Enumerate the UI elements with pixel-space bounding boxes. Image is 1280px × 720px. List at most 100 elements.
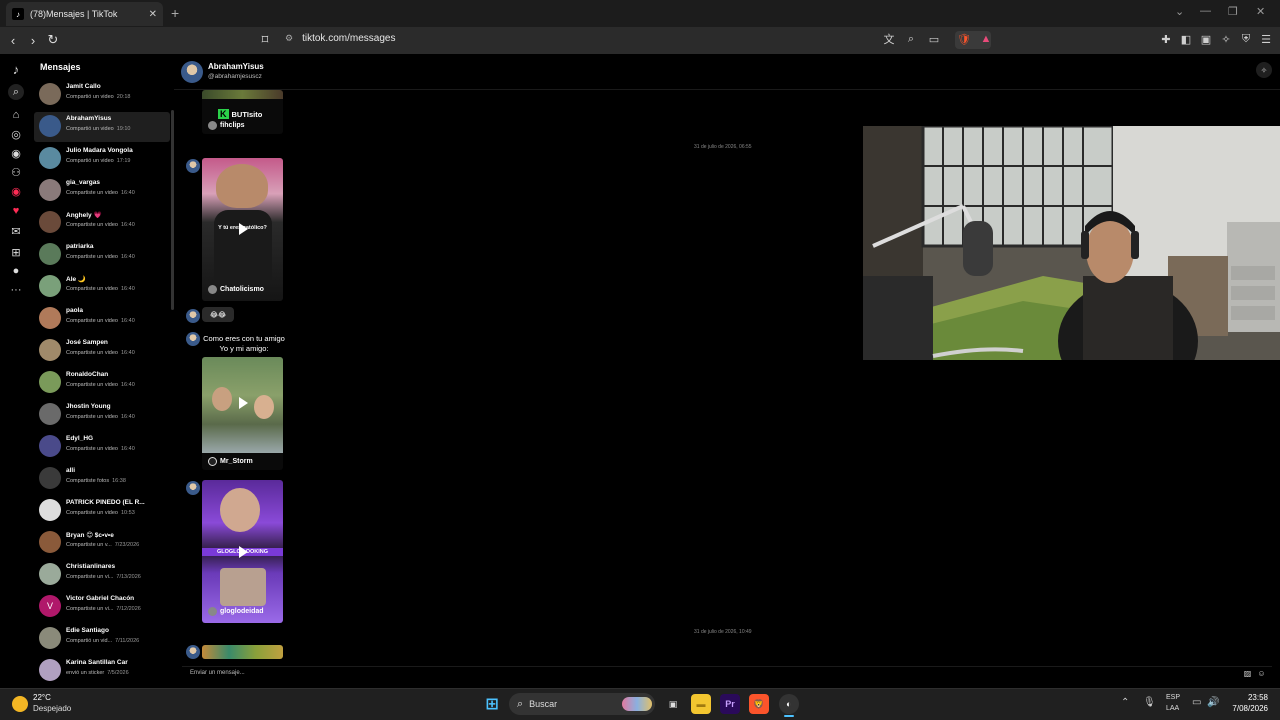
more-icon[interactable]: ··· bbox=[8, 282, 24, 298]
message-composer[interactable] bbox=[182, 666, 1272, 682]
extensions-icon[interactable]: ✚ bbox=[1159, 32, 1173, 46]
weather-description[interactable]: Despejado bbox=[33, 704, 71, 713]
shared-video-card[interactable]: Mr_Storm bbox=[202, 357, 283, 470]
tiktok-logo-icon[interactable]: ♪ bbox=[8, 61, 24, 77]
conversation-item[interactable]: Edyl_HG Compartiste un video 16:40 bbox=[34, 432, 170, 462]
taskbar-date[interactable]: 7/08/2026 bbox=[1222, 704, 1268, 713]
message-input[interactable]: Enviar un mensaje... bbox=[190, 670, 245, 676]
menu-icon[interactable]: ☰ bbox=[1259, 32, 1273, 46]
conversation-item[interactable]: Jhostin Young Compartiste un video 16:40 bbox=[34, 400, 170, 430]
volume-icon[interactable]: 🔊 bbox=[1207, 697, 1219, 708]
search-icon: ⌕ bbox=[517, 697, 524, 710]
minimize-icon[interactable]: — bbox=[1200, 5, 1211, 17]
conversation-item[interactable]: AbrahamYisus Compartió un video 19:10 bbox=[34, 112, 170, 142]
preview-time: 16:40 bbox=[120, 190, 135, 196]
conversation-item[interactable]: Jamit Callo Compartió un video 20:18 bbox=[34, 80, 170, 110]
network-icon[interactable]: ▭ bbox=[1192, 697, 1201, 708]
sidebar-icon[interactable]: ◧ bbox=[1179, 32, 1193, 46]
chat-name[interactable]: AbrahamYisus bbox=[208, 62, 264, 71]
cast-icon[interactable]: ▭ bbox=[927, 32, 941, 46]
play-icon[interactable] bbox=[239, 397, 248, 409]
forward-icon[interactable]: › bbox=[24, 31, 42, 49]
conversation-item[interactable]: Bryan 😊 $c•v•e Compartiste un v... 7/23/20… bbox=[34, 528, 170, 558]
conversation-item[interactable]: gia_vargas Compartiste un video 16:40 bbox=[34, 176, 170, 206]
upload-icon[interactable]: ⊞ bbox=[8, 244, 24, 260]
home-icon[interactable]: ⌂ bbox=[8, 107, 24, 123]
task-view-icon[interactable]: ▣ bbox=[663, 694, 683, 714]
input-language[interactable]: ESP bbox=[1166, 694, 1180, 701]
conversation-item[interactable]: patriarka Compartiste un video 16:40 bbox=[34, 240, 170, 270]
conversation-item[interactable]: Karina Santillan Car envió un sticker 7/5/… bbox=[34, 656, 170, 686]
shared-video-card[interactable]: Y tú eres católico? Chatolicismo bbox=[202, 158, 283, 301]
conversation-item[interactable]: V Victor Gabriel Chacón Compartiste un vi.… bbox=[34, 592, 170, 622]
microphone-icon[interactable]: 🎙 bbox=[1143, 697, 1156, 708]
emoji-picker-icon[interactable]: ☺ bbox=[1256, 668, 1267, 679]
conversation-item[interactable]: Julio Madara Vongola Compartió un video 17… bbox=[34, 144, 170, 174]
url-field[interactable]: ⚙ tiktok.com/messages bbox=[285, 33, 395, 44]
conversation-item[interactable]: José Sampen Compartiste un video 16:40 bbox=[34, 336, 170, 366]
messages-icon[interactable]: ✉ bbox=[8, 223, 24, 239]
chat-avatar[interactable] bbox=[181, 61, 203, 83]
tab-search-icon[interactable]: ⌄ bbox=[1175, 5, 1184, 18]
conversation-item[interactable]: Edie Santiago Compartió un vid... 7/11/202… bbox=[34, 624, 170, 654]
maximize-icon[interactable]: ❐ bbox=[1228, 5, 1238, 18]
obs-icon[interactable]: ◐ bbox=[779, 694, 799, 714]
conversation-item[interactable]: Anghely 💗 Compartiste un video 16:40 bbox=[34, 208, 170, 238]
wallet-icon[interactable]: ▣ bbox=[1199, 32, 1213, 46]
brave-shield-icon[interactable]: 🛡 bbox=[957, 32, 971, 46]
bookmark-icon[interactable]: ⌑ bbox=[256, 31, 274, 49]
conversation-preview: Compartió un video 20:18 bbox=[66, 94, 130, 100]
premiere-pro-icon[interactable]: Pr bbox=[720, 694, 740, 714]
conversation-item[interactable]: Christianlinares Compartiste un vi... 7/13… bbox=[34, 560, 170, 590]
sparkle-icon[interactable]: ✧ bbox=[1256, 62, 1272, 78]
conversation-item[interactable]: PATRICK PINEDO (EL R... Compartiste un vi… bbox=[34, 496, 170, 526]
preview-time: 16:40 bbox=[120, 254, 135, 260]
weather-temperature[interactable]: 22°C bbox=[33, 693, 51, 702]
brave-browser-icon[interactable]: 🦁 bbox=[749, 694, 769, 714]
search-icon[interactable]: ⌕ bbox=[8, 84, 24, 100]
new-tab-button[interactable]: + bbox=[171, 5, 179, 21]
taskbar-clock[interactable]: 23:58 bbox=[1226, 693, 1268, 702]
back-icon[interactable]: ‹ bbox=[4, 31, 22, 49]
tab-close-icon[interactable]: ✕ bbox=[149, 9, 157, 20]
activity-icon[interactable]: ♥ bbox=[8, 203, 24, 219]
site-info-icon[interactable]: ⚙ bbox=[285, 33, 293, 44]
vpn-icon[interactable]: ⛨ bbox=[1239, 32, 1253, 46]
profile-icon[interactable]: ● bbox=[8, 263, 24, 279]
translate-icon[interactable]: 文 bbox=[882, 32, 896, 46]
shared-video-card[interactable] bbox=[202, 645, 283, 659]
window-close-icon[interactable]: ✕ bbox=[1256, 5, 1265, 18]
input-layout[interactable]: LAA bbox=[1166, 705, 1179, 712]
brave-rewards-icon[interactable]: ▲ bbox=[979, 32, 993, 46]
following-icon[interactable]: ⚇ bbox=[8, 164, 24, 180]
conversation-preview: Compartiste un vi... 7/13/2026 bbox=[66, 574, 141, 580]
shared-video-card[interactable]: GLOGLO LOOKING gloglodeidad bbox=[202, 480, 283, 623]
weather-sun-icon[interactable] bbox=[12, 696, 28, 712]
shared-video-card[interactable]: K BUTIsito fihclips bbox=[202, 90, 283, 134]
inbox-scrollbar[interactable] bbox=[171, 110, 174, 310]
browser-tab[interactable]: ♪ (78)Mensajes | TikTok ✕ bbox=[6, 2, 163, 26]
reload-icon[interactable]: ↻ bbox=[44, 31, 62, 49]
conversation-item[interactable]: RonaldoChan Compartiste un video 16:40 bbox=[34, 368, 170, 398]
zoom-icon[interactable]: ⌕ bbox=[904, 32, 918, 46]
preview-text: Compartiste un video bbox=[66, 382, 118, 388]
avatar bbox=[39, 371, 61, 393]
tray-overflow-icon[interactable]: ⌃ bbox=[1121, 697, 1129, 708]
play-icon[interactable] bbox=[239, 223, 248, 235]
text-message[interactable]: Como eres con tu amigo Yo y mi amigo: bbox=[202, 334, 286, 354]
play-icon[interactable] bbox=[239, 546, 248, 558]
image-upload-icon[interactable]: ▨ bbox=[1242, 668, 1253, 679]
avatar: V bbox=[39, 595, 61, 617]
taskbar-search[interactable]: ⌕ Buscar bbox=[509, 693, 655, 715]
conversation-item[interactable]: Ale 🌙 Compartiste un video 16:40 bbox=[34, 272, 170, 302]
live-icon[interactable]: ◉ bbox=[8, 183, 24, 199]
explore-icon[interactable]: ◎ bbox=[8, 126, 24, 142]
leo-ai-icon[interactable]: ✧ bbox=[1219, 32, 1233, 46]
profile-avatar-icon[interactable]: ◉ bbox=[8, 145, 24, 161]
conversation-item[interactable]: paola Compartiste un video 16:40 bbox=[34, 304, 170, 334]
windows-start-icon[interactable]: ⊞ bbox=[482, 694, 502, 714]
emoji-message[interactable]: 😂😂 bbox=[202, 307, 234, 322]
conversation-item[interactable]: alli Compartiste fotos 16:38 bbox=[34, 464, 170, 494]
preview-text: Compartiste fotos bbox=[66, 478, 110, 484]
file-explorer-icon[interactable]: ▬ bbox=[691, 694, 711, 714]
